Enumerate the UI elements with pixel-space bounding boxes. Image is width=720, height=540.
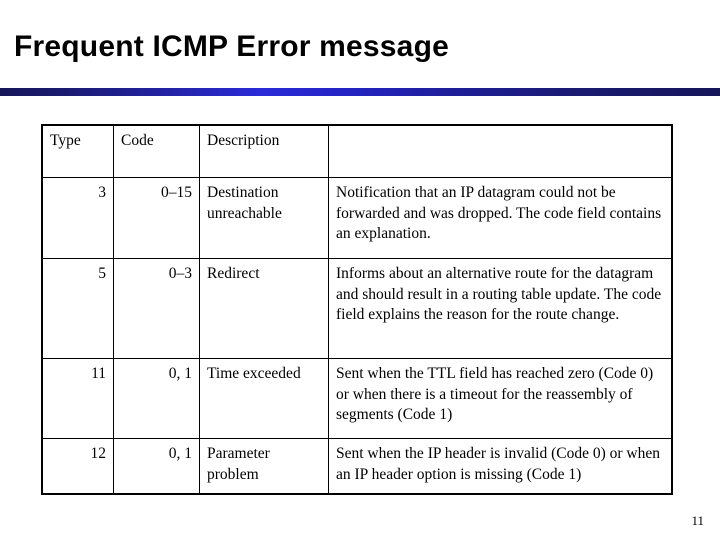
cell-detail: Sent when the TTL field has reached zero… bbox=[328, 358, 673, 439]
cell-type: 11 bbox=[41, 358, 114, 439]
cell-code: 0, 1 bbox=[113, 358, 200, 439]
cell-description: Destination unreachable bbox=[199, 177, 329, 259]
column-header-detail bbox=[328, 124, 673, 178]
cell-detail: Informs about an alternative route for t… bbox=[328, 258, 673, 359]
page-title: Frequent ICMP Error message bbox=[14, 30, 449, 63]
cell-type: 5 bbox=[41, 258, 114, 359]
cell-description: Time exceeded bbox=[199, 358, 329, 439]
cell-type: 12 bbox=[41, 438, 114, 495]
table-header-row: Type Code Description bbox=[41, 124, 673, 178]
cell-description: Parameter problem bbox=[199, 438, 329, 495]
table-row: 12 0, 1 Parameter problem Sent when the … bbox=[41, 438, 673, 495]
page-number: 11 bbox=[691, 513, 704, 528]
table-row: 3 0–15 Destination unreachable Notificat… bbox=[41, 177, 673, 259]
table-row: 5 0–3 Redirect Informs about an alternat… bbox=[41, 258, 673, 359]
cell-code: 0–3 bbox=[113, 258, 200, 359]
column-header-description: Description bbox=[199, 124, 329, 178]
title-divider-bar bbox=[0, 88, 720, 96]
icmp-error-message-table: Type Code Description 3 0–15 Destination… bbox=[41, 124, 673, 495]
cell-description: Redirect bbox=[199, 258, 329, 359]
table-row: 11 0, 1 Time exceeded Sent when the TTL … bbox=[41, 358, 673, 439]
column-header-code: Code bbox=[113, 124, 200, 178]
cell-detail: Sent when the IP header is invalid (Code… bbox=[328, 438, 673, 495]
column-header-type: Type bbox=[41, 124, 114, 178]
cell-code: 0–15 bbox=[113, 177, 200, 259]
cell-code: 0, 1 bbox=[113, 438, 200, 495]
cell-detail: Notification that an IP datagram could n… bbox=[328, 177, 673, 259]
cell-type: 3 bbox=[41, 177, 114, 259]
